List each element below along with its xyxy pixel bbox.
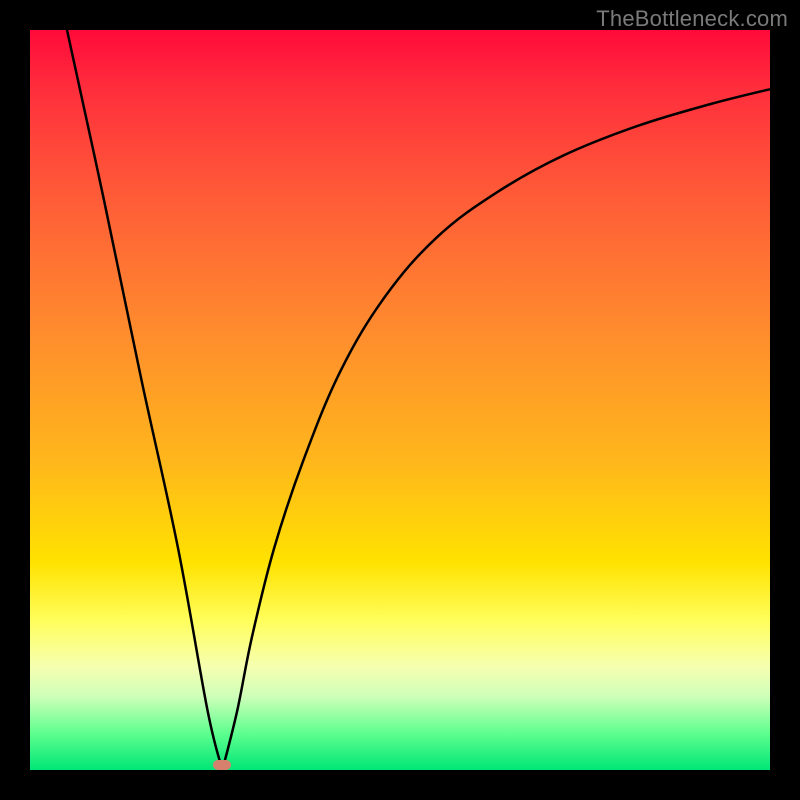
chart-frame: TheBottleneck.com — [0, 0, 800, 800]
right-branch-path — [222, 89, 770, 770]
watermark-text: TheBottleneck.com — [596, 6, 788, 32]
left-branch-path — [67, 30, 222, 770]
plot-area — [30, 30, 770, 770]
curve-svg — [30, 30, 770, 770]
minima-marker — [213, 760, 231, 770]
